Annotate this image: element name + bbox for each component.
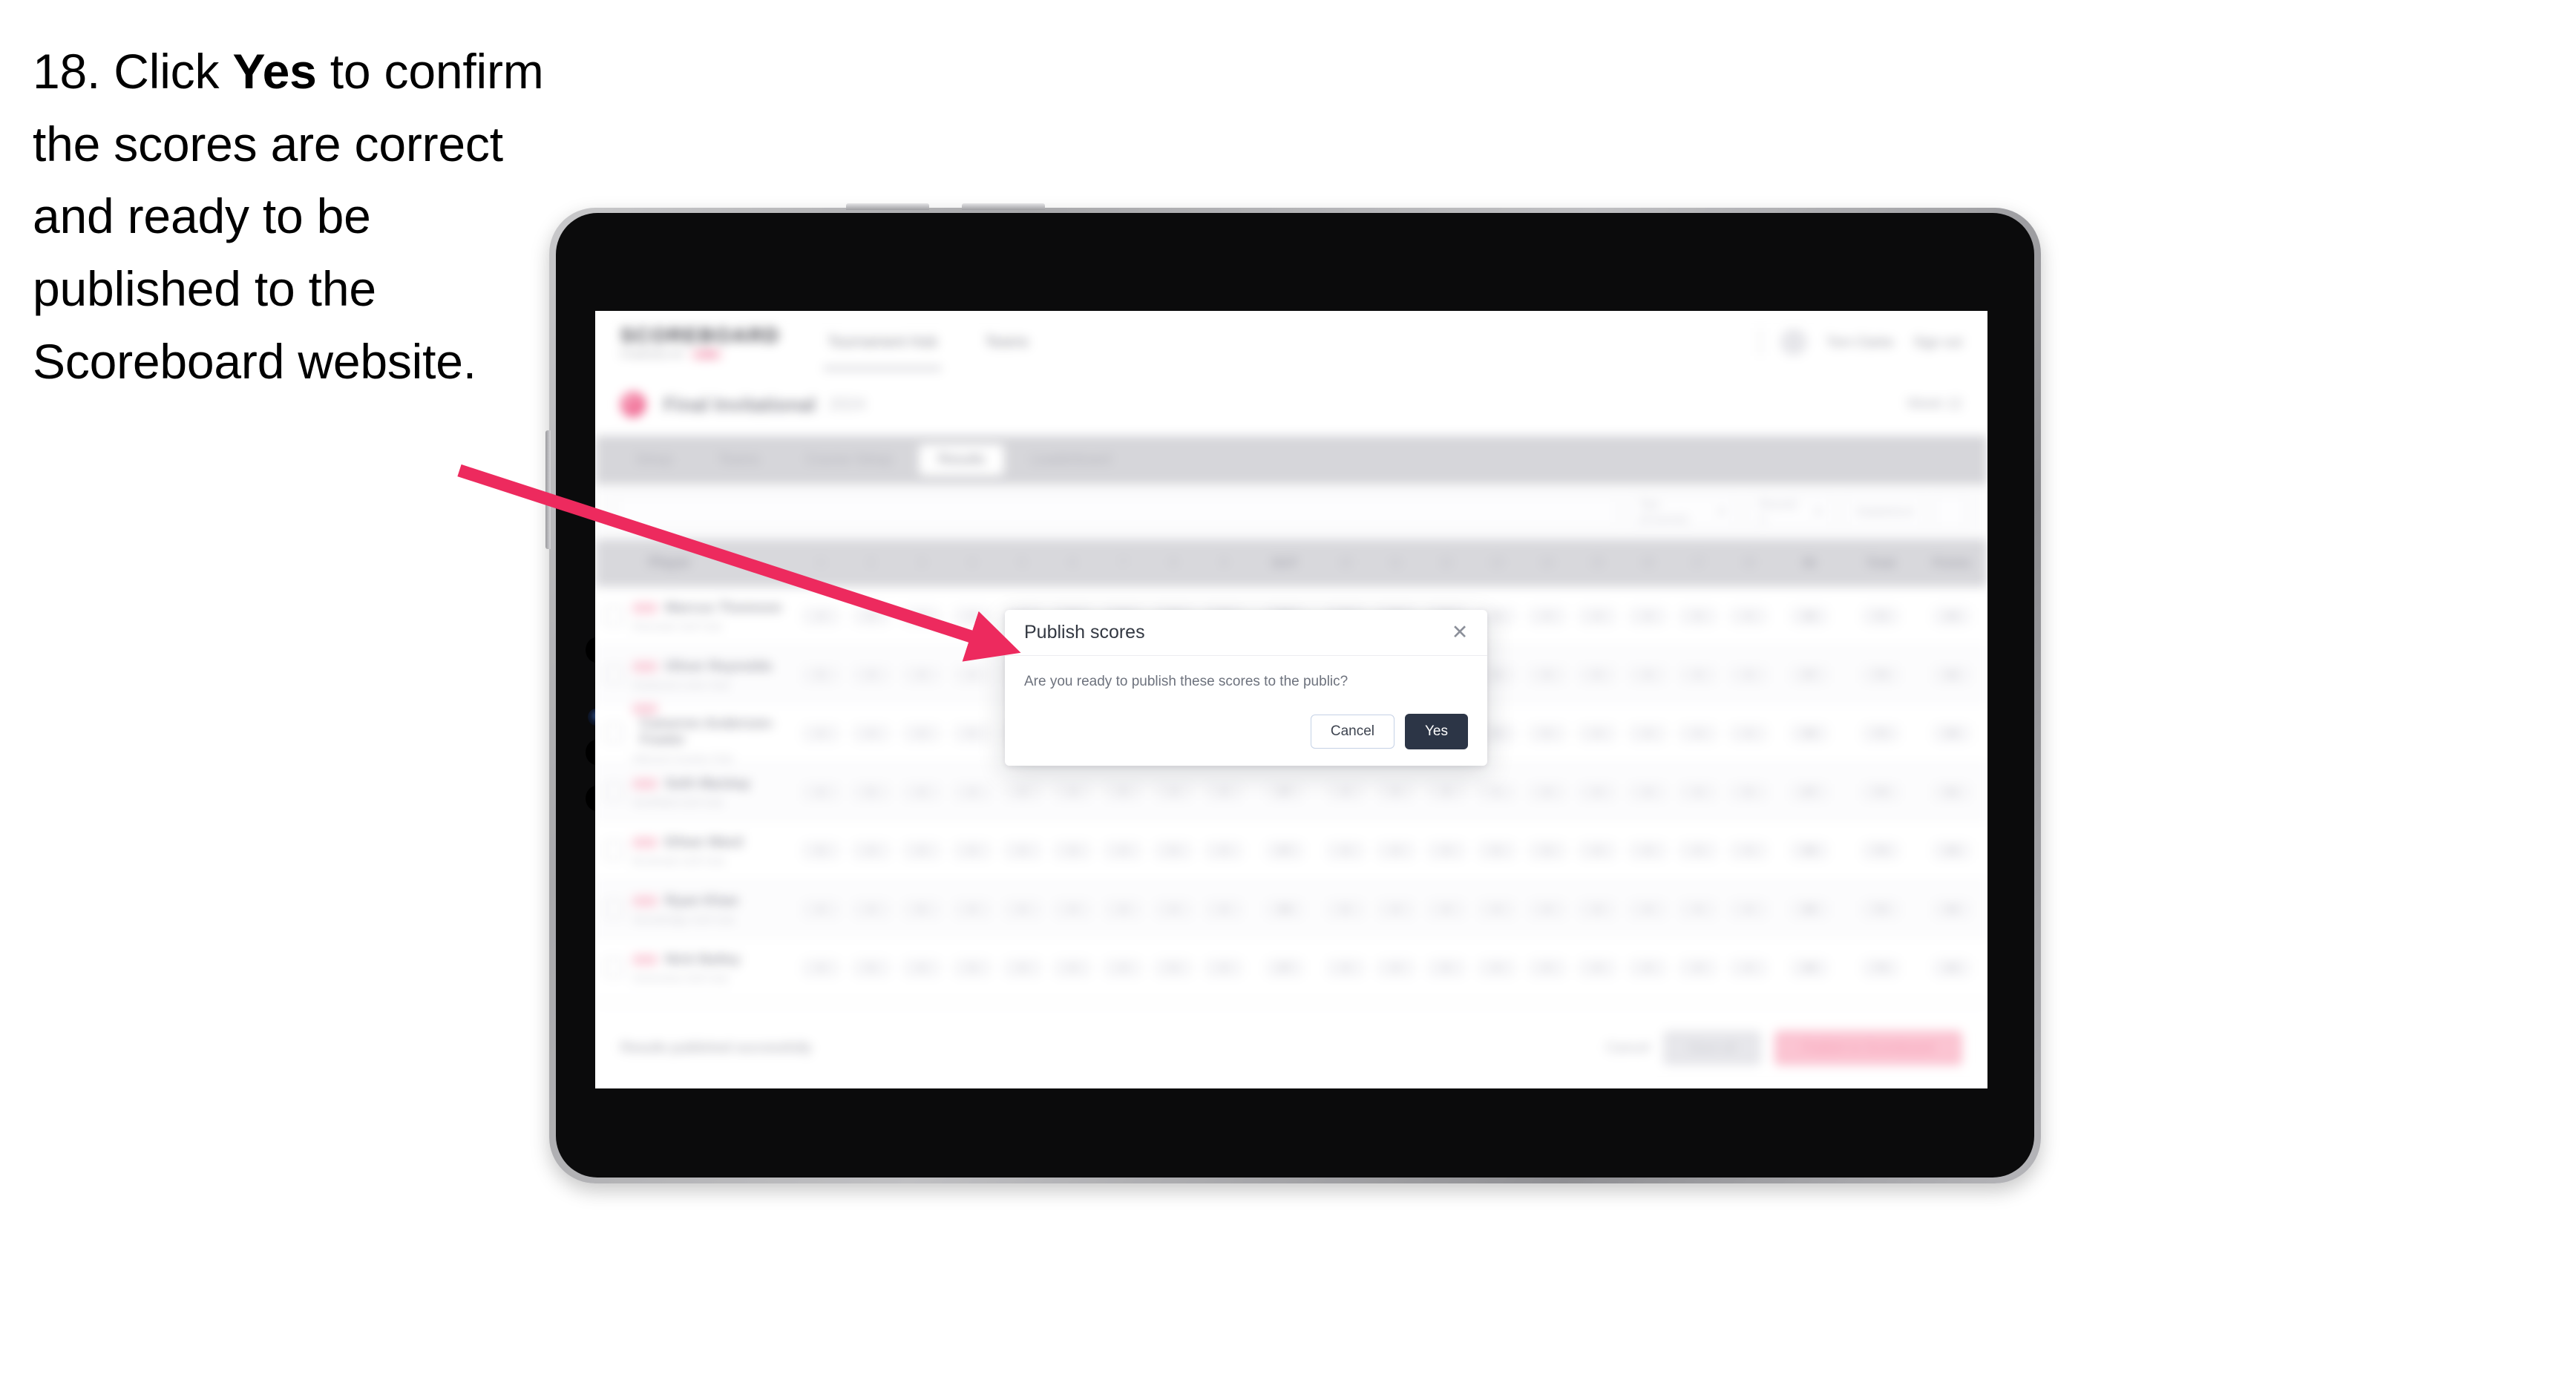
modal-layer: Publish scores ✕ Are you ready to publis… [595, 311, 1987, 1088]
instruction-lead: Click [114, 44, 220, 99]
cancel-button[interactable]: Cancel [1310, 715, 1394, 749]
dialog-message: Are you ready to publish these scores to… [1024, 674, 1348, 689]
dialog-header: Publish scores ✕ [1005, 610, 1487, 656]
power-button[interactable] [545, 430, 551, 549]
tablet-frame: SCOREBOARD POWERED BY LIVE Tournament Hu… [556, 213, 2034, 1178]
instruction-emphasis: Yes [232, 44, 317, 99]
dialog-actions: Cancel Yes [1310, 714, 1468, 749]
yes-button[interactable]: Yes [1405, 714, 1468, 749]
instruction-step-number: 18. [33, 44, 101, 99]
tablet-device: SCOREBOARD POWERED BY LIVE Tournament Hu… [545, 203, 2041, 1183]
volume-down-button[interactable] [962, 203, 1045, 210]
close-icon[interactable]: ✕ [1447, 620, 1472, 645]
dialog-title: Publish scores [1024, 622, 1145, 643]
publish-scores-dialog: Publish scores ✕ Are you ready to publis… [1005, 610, 1487, 766]
dialog-body: Are you ready to publish these scores to… [1005, 656, 1487, 690]
app-screen: SCOREBOARD POWERED BY LIVE Tournament Hu… [595, 311, 1987, 1088]
volume-up-button[interactable] [846, 203, 929, 210]
instruction-text: 18. Click Yes to confirm the scores are … [33, 36, 552, 398]
